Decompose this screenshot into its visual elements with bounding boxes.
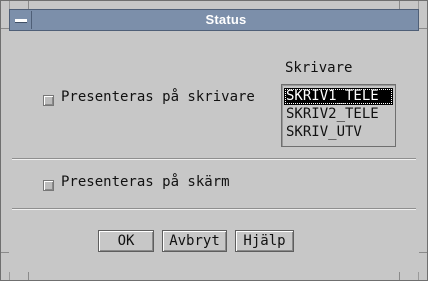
printer-list-item[interactable]: SKRIV2_TELE bbox=[284, 106, 393, 123]
present-on-printer-label[interactable]: Presenteras på skrivare bbox=[61, 89, 255, 105]
window-frame-bottom[interactable] bbox=[1, 271, 427, 280]
frame-corner-notch bbox=[1, 252, 9, 253]
frame-corner-notch bbox=[419, 252, 427, 253]
status-dialog: Status Skrivare Presenteras på skrivare … bbox=[0, 0, 428, 281]
frame-corner-notch bbox=[28, 272, 29, 280]
frame-corner-notch bbox=[28, 1, 29, 9]
button-area-separator bbox=[12, 208, 416, 210]
title-bar[interactable]: Status bbox=[9, 9, 419, 31]
help-button[interactable]: Hjälp bbox=[235, 230, 294, 252]
frame-corner-notch bbox=[1, 28, 9, 29]
frame-corner-notch bbox=[419, 28, 427, 29]
section-separator bbox=[12, 158, 416, 160]
present-on-printer-checkbox[interactable] bbox=[43, 95, 54, 106]
ok-button[interactable]: OK bbox=[98, 230, 154, 252]
cancel-button[interactable]: Avbryt bbox=[162, 230, 227, 252]
window-menu-icon bbox=[15, 18, 27, 22]
frame-corner-notch bbox=[399, 272, 400, 280]
dialog-body: Skrivare Presenteras på skrivare SKRIV1_… bbox=[9, 31, 419, 272]
printer-list-heading: Skrivare bbox=[285, 60, 353, 76]
printer-listbox[interactable]: SKRIV1_TELE SKRIV2_TELE SKRIV_UTV bbox=[281, 84, 396, 147]
present-on-screen-label[interactable]: Presenteras på skärm bbox=[61, 174, 230, 190]
frame-corner-notch bbox=[399, 1, 400, 9]
window-frame-right[interactable] bbox=[418, 1, 427, 280]
present-on-screen-checkbox[interactable] bbox=[43, 180, 54, 191]
printer-list-item[interactable]: SKRIV_UTV bbox=[284, 124, 393, 141]
printer-list-item[interactable]: SKRIV1_TELE bbox=[284, 88, 393, 105]
window-menu-button[interactable] bbox=[11, 11, 32, 29]
window-title: Status bbox=[205, 12, 247, 27]
